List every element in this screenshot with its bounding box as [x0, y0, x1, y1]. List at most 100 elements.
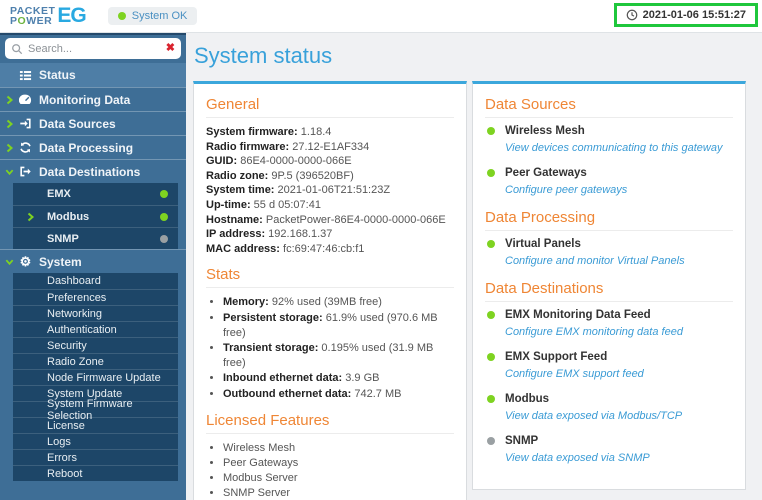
sidebar-subitem-system-firmware-selection[interactable]: System Firmware Selection: [13, 398, 178, 422]
sidebar-subitem-reboot[interactable]: Reboot: [13, 465, 178, 481]
sidebar-item-data-sources[interactable]: Data Sources: [0, 111, 186, 135]
sidebar-subitem-modbus[interactable]: Modbus: [13, 205, 178, 227]
stat-value: 3.9 GB: [345, 372, 380, 385]
sidebar-subitem-label: Logs: [47, 435, 71, 448]
stat-label: Inbound ethernet data:: [223, 372, 343, 385]
system-status-badge: System OK: [107, 7, 198, 25]
sidebar-item-data-processing[interactable]: Data Processing: [0, 135, 186, 159]
status-dot-gray: [487, 437, 495, 445]
sidebar-item-monitoring-data[interactable]: Monitoring Data: [0, 87, 186, 111]
sidebar-subitem-preferences[interactable]: Preferences: [13, 289, 178, 305]
feed-item-peer-gateways: Peer Gateways Configure peer gateways: [487, 167, 733, 198]
sidebar-subitem-logs[interactable]: Logs: [13, 433, 178, 449]
search-input[interactable]: [28, 42, 161, 55]
section-heading-data-processing: Data Processing: [485, 209, 596, 226]
sidebar-subitem-authentication[interactable]: Authentication: [13, 321, 178, 337]
list-item: Modbus Server: [223, 471, 454, 486]
field-value: 1.18.4: [300, 126, 332, 138]
status-badge-label: System OK: [131, 10, 188, 22]
stat-label: Persistent storage:: [223, 311, 323, 324]
section-divider: [485, 230, 733, 231]
feed-item-link[interactable]: View devices communicating to this gatew…: [505, 142, 722, 154]
feed-item-snmp: SNMP View data exposed via SNMP: [487, 435, 733, 466]
stat-value: SNMP Server: [223, 487, 291, 500]
section-divider: [485, 301, 733, 302]
status-dot-green: [487, 311, 495, 319]
sidebar-item-label: Monitoring Data: [39, 92, 131, 107]
field-label: System time:: [206, 184, 275, 197]
search-box: ✖: [5, 38, 181, 59]
sidebar-subitem-label: Networking: [47, 307, 103, 320]
sidebar-subitem-dashboard[interactable]: Dashboard: [13, 273, 178, 289]
feed-item-link[interactable]: Configure EMX monitoring data feed: [505, 326, 683, 338]
list-item: Wireless Mesh: [223, 441, 454, 456]
stat-value: Wireless Mesh: [223, 441, 296, 454]
feed-item-link[interactable]: View data exposed via SNMP: [505, 452, 650, 464]
stat-value: 742.7 MB: [354, 387, 402, 400]
sidebar-subitem-snmp[interactable]: SNMP: [13, 227, 178, 249]
stat-label: Transient storage:: [223, 341, 319, 354]
sidebar-item-system[interactable]: ⚙ System: [0, 249, 186, 273]
field-value: 55 d 05:07:41: [253, 198, 321, 211]
clock-icon: [626, 9, 638, 21]
chevron-right-icon: [4, 94, 15, 105]
status-dot-green: [487, 240, 495, 248]
logo-wordmark: PACKET POWER: [10, 6, 55, 27]
licensed-features-list: Wireless Mesh Peer Gateways Modbus Server S…: [206, 441, 454, 500]
feed-item-emx-support-feed: EMX Support Feed Configure EMX support fe…: [487, 351, 733, 382]
feed-item-link[interactable]: View data exposed via Modbus/TCP: [505, 410, 682, 422]
system-info-panel: General System firmware: 1.18.4 Radio firm…: [193, 81, 467, 500]
sign-out-icon: [17, 165, 34, 179]
stat-label: Memory:: [223, 296, 269, 309]
sidebar-subitem-label: System Firmware Selection: [47, 397, 133, 422]
sidebar-subitem-networking[interactable]: Networking: [13, 305, 178, 321]
sidebar-nav: Status Monitoring Data Data Sources Data Pr…: [0, 63, 186, 481]
status-dot-gray: [160, 234, 168, 243]
sidebar-subitem-label: Preferences: [47, 291, 107, 304]
feed-item-name: EMX Monitoring Data Feed: [505, 309, 651, 321]
sidebar-subitem-security[interactable]: Security: [13, 337, 178, 353]
field-radio-zone: Radio zone: 9P.5 (396520BF): [206, 169, 454, 184]
stat-value: Peer Gateways: [223, 456, 299, 469]
list-item: Persistent storage: 61.9% used (970.6 MB…: [223, 311, 454, 341]
feed-item-name: EMX Support Feed: [505, 351, 608, 363]
sign-in-icon: [17, 117, 34, 131]
feed-item-link[interactable]: Configure EMX support feed: [505, 368, 644, 380]
field-mac-address: MAC address: fc:69:47:46:cb:f1: [206, 242, 454, 257]
field-system-time: System time: 2021-01-06T21:51:23Z: [206, 183, 454, 198]
main-content: System status General System firmware: 1.…: [186, 33, 762, 500]
field-label: MAC address:: [206, 242, 280, 255]
feed-item-link[interactable]: Configure and monitor Virtual Panels: [505, 255, 685, 267]
feed-item-name: Modbus: [505, 393, 550, 405]
list-item: SNMP Server: [223, 486, 454, 500]
feed-item-modbus: Modbus View data exposed via Modbus/TCP: [487, 393, 733, 424]
sidebar-subitem-label: Errors: [47, 451, 77, 464]
sidebar-item-label: Data Sources: [39, 116, 116, 131]
sidebar-subitem-emx[interactable]: EMX: [13, 183, 178, 205]
feed-item-link[interactable]: Configure peer gateways: [505, 184, 627, 196]
sidebar-subitem-errors[interactable]: Errors: [13, 449, 178, 465]
sidebar-subitem-label: Security: [47, 339, 87, 352]
field-system-firmware: System firmware: 1.18.4: [206, 125, 454, 140]
field-list: System firmware: 1.18.4 Radio firmware: 2…: [206, 125, 454, 256]
status-dot-green: [487, 395, 495, 403]
field-ip-address: IP address: 192.168.1.37: [206, 227, 454, 242]
field-guid: GUID: 86E4-0000-0000-066E: [206, 154, 454, 169]
close-icon[interactable]: ✖: [166, 43, 175, 54]
field-value: 9P.5 (396520BF): [271, 169, 354, 182]
chevron-right-icon: [4, 142, 15, 153]
chevron-right-icon: [25, 211, 36, 222]
field-hostname: Hostname: PacketPower-86E4-0000-0000-066…: [206, 213, 454, 228]
section-heading-general: General: [206, 96, 260, 113]
sidebar-subitem-radio-zone[interactable]: Radio Zone: [13, 353, 178, 369]
sidebar-item-data-destinations[interactable]: Data Destinations: [0, 159, 186, 183]
sidebar-item-status[interactable]: Status: [0, 63, 186, 87]
sidebar-subitem-label: License: [47, 419, 85, 432]
sidebar-subitem-node-firmware-update[interactable]: Node Firmware Update: [13, 369, 178, 385]
field-label: Up-time:: [206, 198, 251, 211]
logo-word-bottom: POWER: [10, 15, 53, 27]
sidebar-subitem-label: SNMP: [47, 232, 79, 245]
sidebar-subitem-license[interactable]: License: [13, 417, 178, 433]
status-dot-green: [160, 212, 168, 221]
field-up-time: Up-time: 55 d 05:07:41: [206, 198, 454, 213]
